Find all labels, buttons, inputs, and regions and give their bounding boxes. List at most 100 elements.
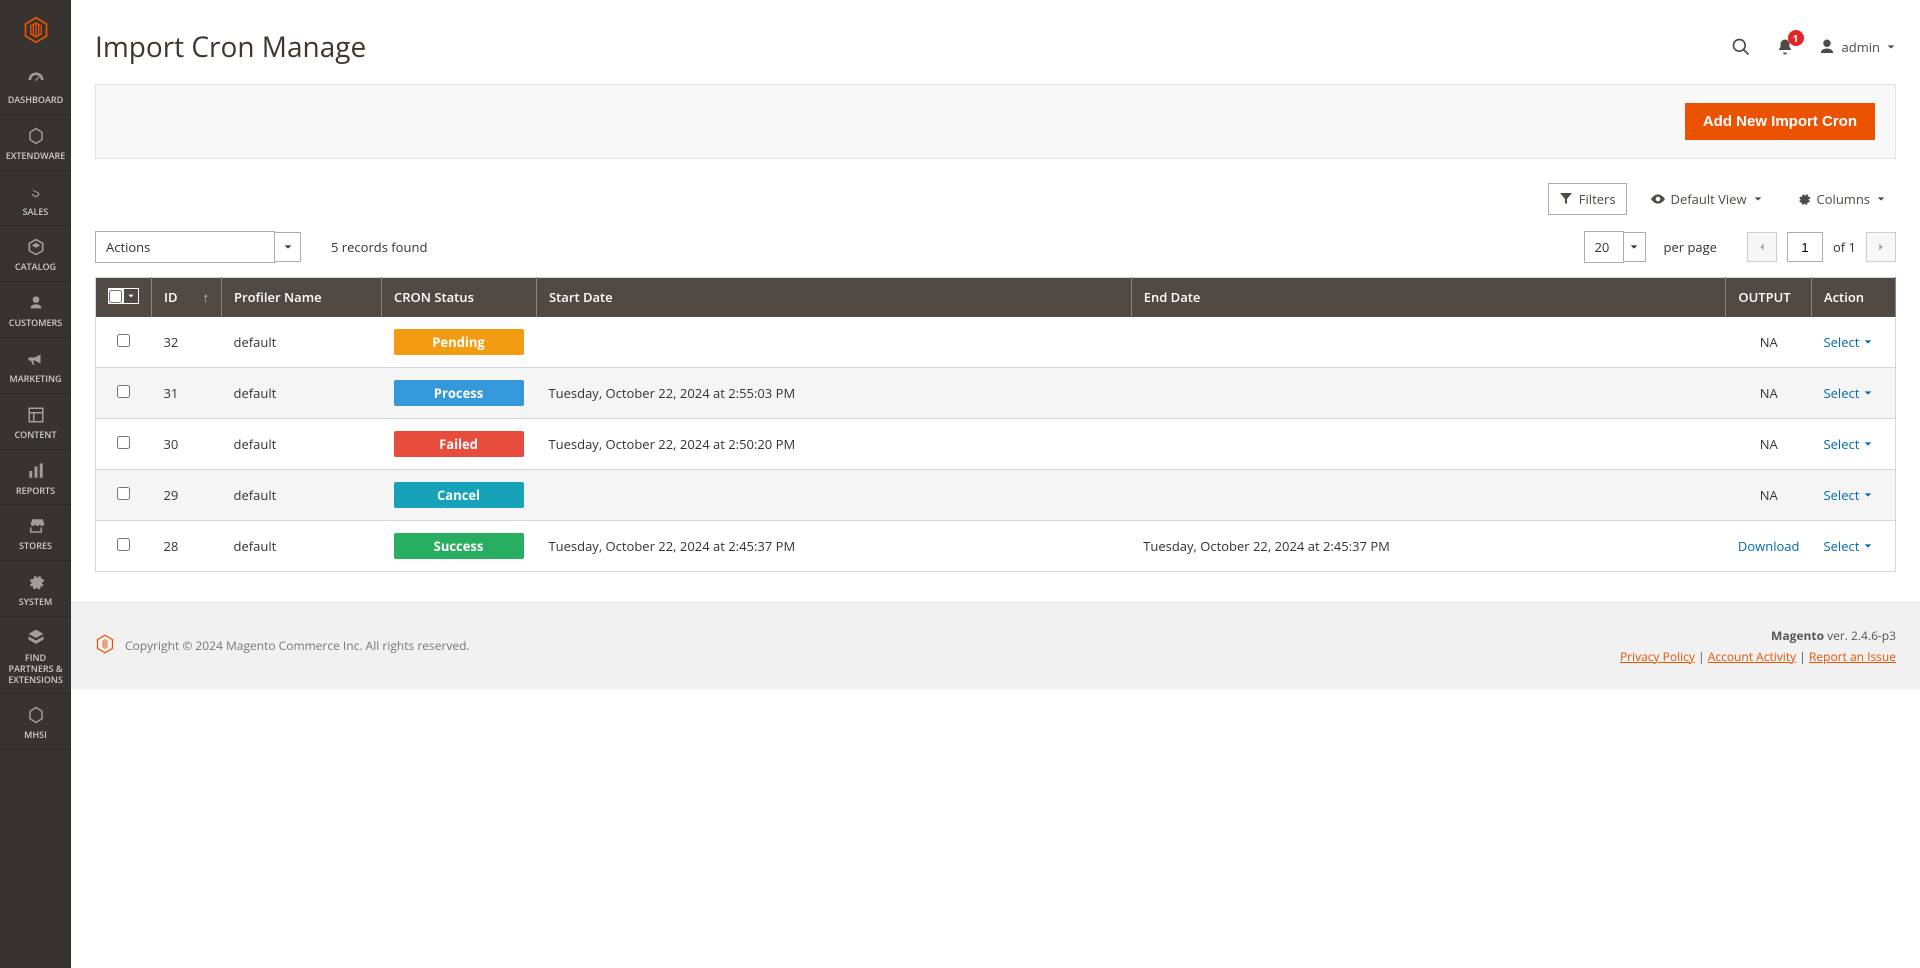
chevron-down-icon (1863, 490, 1873, 500)
cell-start-date: Tuesday, October 22, 2024 at 2:45:37 PM (537, 520, 1132, 571)
sidebar-item-find-partners-extensions[interactable]: Find Partners & Extensions (0, 617, 71, 694)
footer-brand: Magento (1771, 627, 1824, 644)
sidebar-item-stores[interactable]: Stores (0, 505, 71, 561)
row-checkbox[interactable] (117, 385, 130, 398)
data-grid: ID↑ Profiler Name CRON Status Start Date… (95, 277, 1896, 572)
table-row: 29defaultCancelNASelect (96, 469, 1896, 520)
row-action-select[interactable]: Select (1824, 435, 1874, 453)
sidebar-item-label: Find Partners & Extensions (4, 653, 67, 685)
per-page-select[interactable]: 20 (1584, 231, 1646, 263)
chevron-down-icon (1863, 439, 1873, 449)
person-icon (25, 292, 47, 314)
grid-toolbar: Actions 5 records found 20 per page of 1 (95, 231, 1896, 263)
download-link[interactable]: Download (1738, 537, 1800, 555)
chevron-down-icon (1863, 337, 1873, 347)
sidebar-item-sales[interactable]: Sales (0, 171, 71, 227)
search-icon[interactable] (1730, 36, 1752, 58)
sidebar-item-label: Marketing (9, 374, 61, 385)
sidebar-item-reports[interactable]: Reports (0, 450, 71, 506)
cube-icon (25, 236, 47, 258)
cell-output: NA (1726, 317, 1812, 368)
th-output[interactable]: OUTPUT (1726, 278, 1812, 317)
status-badge: Failed (394, 431, 524, 457)
row-checkbox[interactable] (117, 436, 130, 449)
sidebar-item-label: Content (14, 430, 56, 441)
th-check (96, 278, 152, 317)
sidebar-item-label: Catalog (15, 262, 56, 273)
row-checkbox[interactable] (117, 487, 130, 500)
th-action[interactable]: Action (1812, 278, 1896, 317)
page-number-input[interactable] (1787, 232, 1823, 262)
sidebar-item-label: Stores (19, 541, 52, 552)
row-checkbox[interactable] (117, 538, 130, 551)
per-page-label: per page (1664, 238, 1717, 256)
cell-status: Failed (382, 418, 537, 469)
filter-icon (1559, 192, 1573, 206)
user-icon (1818, 38, 1836, 56)
notifications-icon[interactable]: 1 (1774, 36, 1796, 58)
th-id[interactable]: ID↑ (152, 278, 222, 317)
row-action-select[interactable]: Select (1824, 333, 1874, 351)
cell-status: Process (382, 367, 537, 418)
cell-output: NA (1726, 469, 1812, 520)
cell-end-date (1131, 317, 1726, 368)
grid-controls: Filters Default View Columns (95, 183, 1896, 215)
megaphone-icon (25, 348, 47, 370)
gear-icon (25, 571, 47, 593)
cell-profiler: default (222, 520, 382, 571)
report-issue-link[interactable]: Report an Issue (1809, 648, 1896, 665)
cell-id: 30 (152, 418, 222, 469)
default-view-button[interactable]: Default View (1641, 183, 1773, 215)
select-all-dropdown[interactable] (124, 289, 138, 303)
gear-icon (1797, 192, 1811, 206)
table-row: 32defaultPendingNASelect (96, 317, 1896, 368)
account-activity-link[interactable]: Account Activity (1708, 648, 1796, 665)
sidebar-item-catalog[interactable]: Catalog (0, 226, 71, 282)
sidebar-item-content[interactable]: Content (0, 394, 71, 450)
magento-logo[interactable] (0, 0, 71, 59)
sidebar-item-marketing[interactable]: Marketing (0, 338, 71, 394)
cell-output: Download (1726, 520, 1812, 571)
th-end[interactable]: End Date (1131, 278, 1726, 317)
select-all-checkbox[interactable] (109, 290, 122, 303)
mass-actions-dropdown[interactable]: Actions (95, 231, 301, 263)
table-row: 30defaultFailedTuesday, October 22, 2024… (96, 418, 1896, 469)
th-start[interactable]: Start Date (537, 278, 1132, 317)
next-page-button[interactable] (1866, 232, 1896, 262)
admin-user-menu[interactable]: admin (1818, 38, 1896, 56)
per-page-toggle[interactable] (1624, 232, 1646, 262)
row-action-select[interactable]: Select (1824, 537, 1874, 555)
hexagon-icon (25, 704, 47, 726)
dashboard-icon (25, 69, 47, 91)
sidebar-item-mhsi[interactable]: MHSI (0, 694, 71, 750)
chevron-down-icon (1863, 541, 1873, 551)
sidebar-item-customers[interactable]: Customers (0, 282, 71, 338)
cell-status: Pending (382, 317, 537, 368)
prev-page-button[interactable] (1747, 232, 1777, 262)
th-status[interactable]: CRON Status (382, 278, 537, 317)
row-checkbox[interactable] (117, 334, 130, 347)
actions-dropdown-toggle[interactable] (275, 232, 301, 262)
cell-profiler: default (222, 469, 382, 520)
row-action-select[interactable]: Select (1824, 486, 1874, 504)
user-label: admin (1842, 38, 1880, 56)
sidebar-item-extendware[interactable]: Extendware (0, 115, 71, 171)
sidebar-item-label: Customers (9, 318, 63, 329)
row-action-select[interactable]: Select (1824, 384, 1874, 402)
cell-id: 31 (152, 367, 222, 418)
th-profiler[interactable]: Profiler Name (222, 278, 382, 317)
cell-start-date: Tuesday, October 22, 2024 at 2:55:03 PM (537, 367, 1132, 418)
partners-icon (25, 627, 47, 649)
status-badge: Cancel (394, 482, 524, 508)
cell-action: Select (1812, 317, 1896, 368)
sidebar-item-system[interactable]: System (0, 561, 71, 617)
columns-button[interactable]: Columns (1787, 183, 1896, 215)
sidebar-item-dashboard[interactable]: Dashboard (0, 59, 71, 115)
footer-version: ver. 2.4.6-p3 (1824, 627, 1896, 644)
cell-end-date: Tuesday, October 22, 2024 at 2:45:37 PM (1131, 520, 1726, 571)
sidebar-item-label: Reports (16, 486, 55, 497)
page-header: Import Cron Manage 1 admin (95, 0, 1896, 84)
add-new-import-cron-button[interactable]: Add New Import Cron (1685, 103, 1875, 140)
filters-button[interactable]: Filters (1548, 183, 1627, 215)
privacy-policy-link[interactable]: Privacy Policy (1620, 648, 1695, 665)
